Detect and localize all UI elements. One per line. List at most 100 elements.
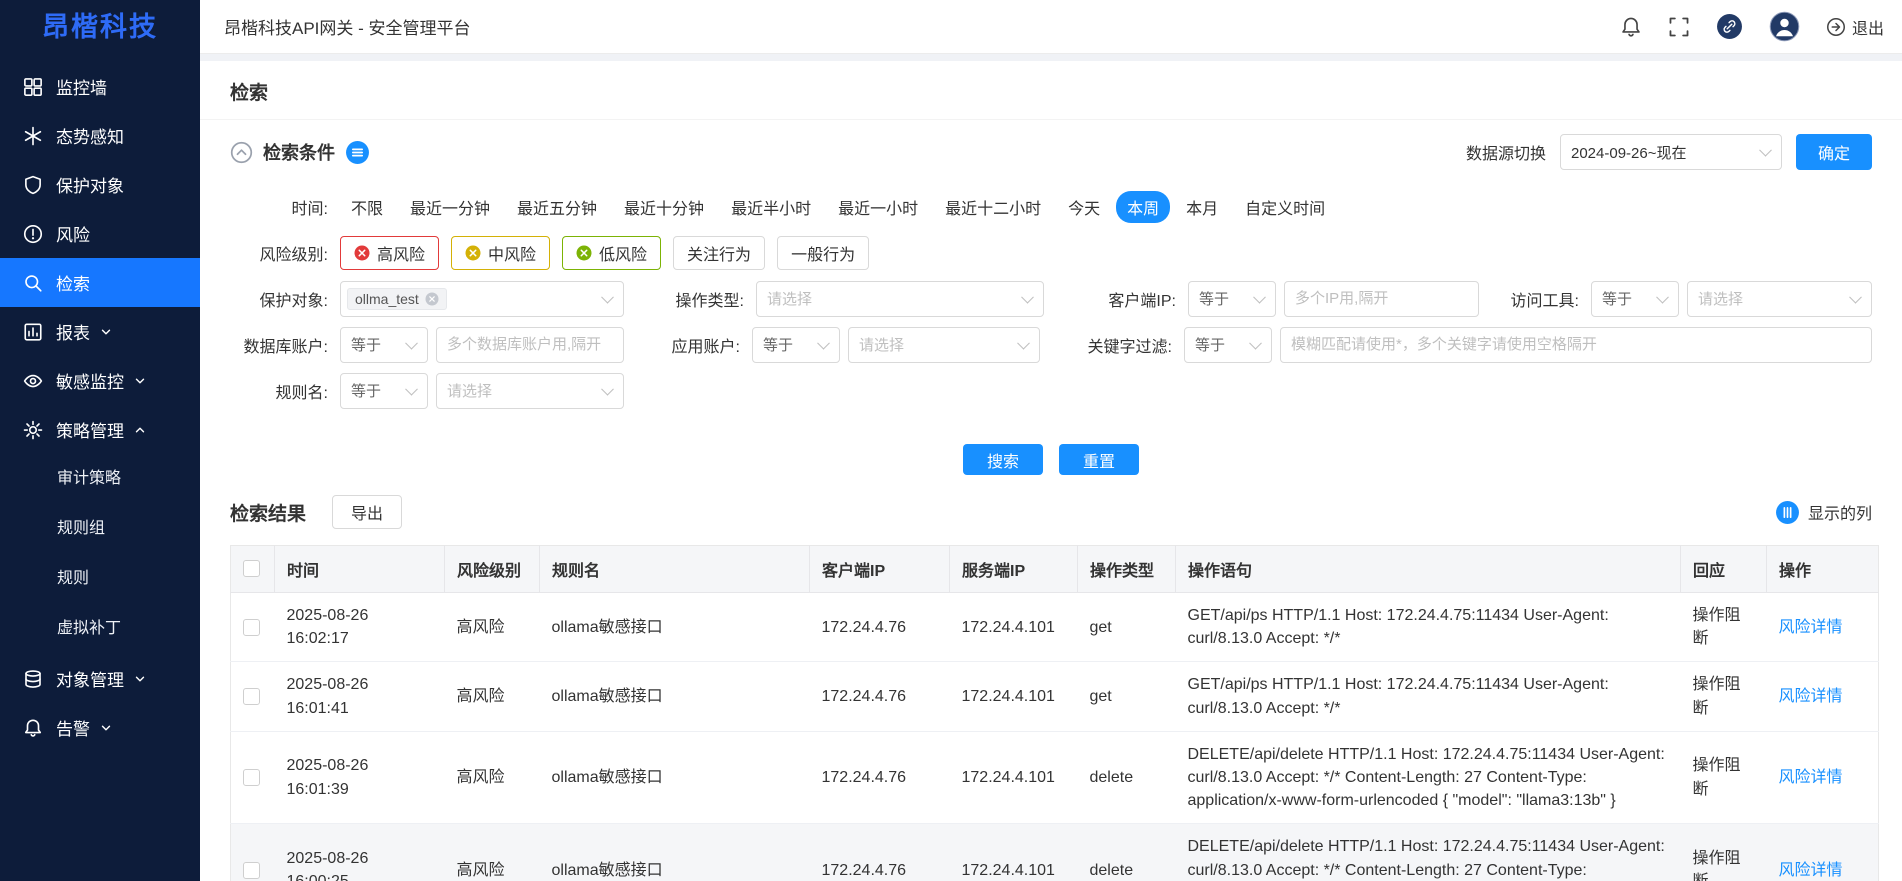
time-option[interactable]: 最近十二小时 (934, 191, 1052, 223)
selected-tag-label: ollma_test (355, 291, 419, 307)
operation-type-select[interactable]: 请选择 (756, 281, 1044, 317)
risk-level-button[interactable]: 一般行为 (777, 236, 869, 270)
link-icon[interactable] (1716, 13, 1743, 40)
time-option[interactable]: 本月 (1175, 191, 1229, 223)
search-button[interactable]: 搜索 (963, 444, 1043, 475)
sidebar-item-monitor-wall[interactable]: 监控墙 (0, 62, 200, 111)
client-ip-cell: 172.24.4.76 (810, 662, 950, 731)
tag-close-icon[interactable] (425, 292, 439, 306)
column-header: 时间 (275, 546, 445, 593)
chevron-down-icon (100, 326, 112, 338)
rule-name-select[interactable]: 请选择 (436, 373, 624, 409)
access-tool-op-select[interactable]: 等于 (1591, 281, 1679, 317)
sidebar-item-sensitive-monitor[interactable]: 敏感监控 (0, 356, 200, 405)
risk-badge-icon (576, 245, 592, 261)
operation-type-cell: get (1078, 593, 1176, 662)
risk-detail-link[interactable]: 风险详情 (1779, 688, 1843, 705)
sidebar-item-label: 保护对象 (56, 172, 124, 197)
sidebar-item-search[interactable]: 检索 (0, 258, 200, 307)
shield-icon (22, 174, 44, 196)
chevron-up-icon (134, 424, 146, 436)
time-option[interactable]: 自定义时间 (1234, 191, 1336, 223)
results-table: 时间风险级别规则名客户端IP服务端IP操作类型操作语句回应操作 2025-08-… (230, 545, 1879, 881)
situation-icon (22, 125, 44, 147)
sidebar-item-label: 策略管理 (56, 417, 124, 442)
collapse-icon[interactable] (230, 141, 253, 164)
db-account-op-select[interactable]: 等于 (340, 327, 428, 363)
risk-icon (22, 223, 44, 245)
saved-conditions-menu-icon[interactable] (345, 140, 370, 165)
sidebar-item-risk[interactable]: 风险 (0, 209, 200, 258)
risk-level-button[interactable]: 低风险 (562, 236, 661, 270)
app-account-label: 应用账户: (636, 333, 752, 357)
search-icon (22, 272, 44, 294)
db-account-input[interactable] (436, 327, 624, 363)
risk-level-button[interactable]: 关注行为 (673, 236, 765, 270)
keyword-op-select[interactable]: 等于 (1184, 327, 1272, 363)
time-option[interactable]: 今天 (1057, 191, 1111, 223)
confirm-button[interactable]: 确定 (1796, 134, 1872, 170)
sidebar-item-policy-manage[interactable]: 策略管理 (0, 405, 200, 454)
export-button[interactable]: 导出 (332, 495, 402, 529)
keyword-input[interactable] (1280, 327, 1872, 363)
response-cell: 操作阻断 (1681, 662, 1767, 731)
chevron-down-icon (100, 722, 112, 734)
time-option[interactable]: 最近一小时 (827, 191, 929, 223)
sidebar-menu: 监控墙态势感知保护对象风险检索报表敏感监控策略管理审计策略规则组规则虚拟补丁对象… (0, 54, 200, 752)
row-checkbox[interactable] (243, 769, 260, 786)
logout-button[interactable]: 退出 (1826, 15, 1884, 39)
notification-bell-icon[interactable] (1620, 16, 1642, 38)
risk-detail-link[interactable]: 风险详情 (1779, 769, 1843, 786)
risk-detail-link[interactable]: 风险详情 (1779, 619, 1843, 636)
rule-name-op-select[interactable]: 等于 (340, 373, 428, 409)
row-checkbox[interactable] (243, 688, 260, 705)
time-filter-label: 时间: (230, 195, 340, 219)
sidebar-subitem-virtual-patch[interactable]: 虚拟补丁 (0, 604, 200, 654)
displayed-columns-button[interactable]: 显示的列 (1775, 500, 1872, 525)
select-placeholder: 请选择 (447, 380, 492, 401)
app-account-op-select[interactable]: 等于 (752, 327, 840, 363)
column-header: 操作 (1767, 546, 1879, 593)
sidebar-item-protect-object[interactable]: 保护对象 (0, 160, 200, 209)
response-cell: 操作阻断 (1681, 731, 1767, 824)
protect-object-select[interactable]: ollma_test (340, 281, 624, 317)
app-account-select[interactable]: 请选择 (848, 327, 1040, 363)
rule-name-label: 规则名: (230, 379, 340, 403)
time-option[interactable]: 最近半小时 (720, 191, 822, 223)
reset-button[interactable]: 重置 (1059, 444, 1139, 475)
column-header: 操作类型 (1078, 546, 1176, 593)
columns-label: 显示的列 (1808, 500, 1872, 524)
column-header: 操作语句 (1176, 546, 1681, 593)
op-value: 等于 (351, 380, 381, 401)
sidebar-item-object-manage[interactable]: 对象管理 (0, 654, 200, 703)
avatar[interactable] (1769, 11, 1800, 42)
table-row: 2025-08-26 16:01:39高风险ollama敏感接口172.24.4… (231, 731, 1879, 824)
sidebar: 昂楷科技 监控墙态势感知保护对象风险检索报表敏感监控策略管理审计策略规则组规则虚… (0, 0, 200, 881)
access-tool-select[interactable]: 请选择 (1687, 281, 1872, 317)
sidebar-item-report[interactable]: 报表 (0, 307, 200, 356)
select-all-checkbox[interactable] (243, 560, 260, 577)
risk-level-button[interactable]: 高风险 (340, 236, 439, 270)
logout-label: 退出 (1852, 15, 1884, 39)
row-checkbox[interactable] (243, 862, 260, 879)
sidebar-subitem-rule[interactable]: 规则 (0, 554, 200, 604)
time-option[interactable]: 不限 (340, 191, 394, 223)
client-ip-op-select[interactable]: 等于 (1188, 281, 1276, 317)
sidebar-subitem-rule-group[interactable]: 规则组 (0, 504, 200, 554)
access-tool-label: 访问工具: (1491, 287, 1591, 311)
time-option[interactable]: 最近一分钟 (399, 191, 501, 223)
time-option[interactable]: 本周 (1116, 191, 1170, 223)
time-option[interactable]: 最近五分钟 (506, 191, 608, 223)
sidebar-item-situation[interactable]: 态势感知 (0, 111, 200, 160)
row-checkbox[interactable] (243, 619, 260, 636)
datasource-select[interactable]: 2024-09-26~现在 (1560, 134, 1782, 170)
fullscreen-icon[interactable] (1668, 16, 1690, 38)
sidebar-item-alert[interactable]: 告警 (0, 703, 200, 752)
risk-level-button-label: 低风险 (599, 241, 647, 265)
table-header-row: 时间风险级别规则名客户端IP服务端IP操作类型操作语句回应操作 (231, 546, 1879, 593)
time-option[interactable]: 最近十分钟 (613, 191, 715, 223)
client-ip-input[interactable] (1284, 281, 1479, 317)
risk-detail-link[interactable]: 风险详情 (1779, 862, 1843, 879)
risk-level-button[interactable]: 中风险 (451, 236, 550, 270)
sidebar-subitem-audit-policy[interactable]: 审计策略 (0, 454, 200, 504)
